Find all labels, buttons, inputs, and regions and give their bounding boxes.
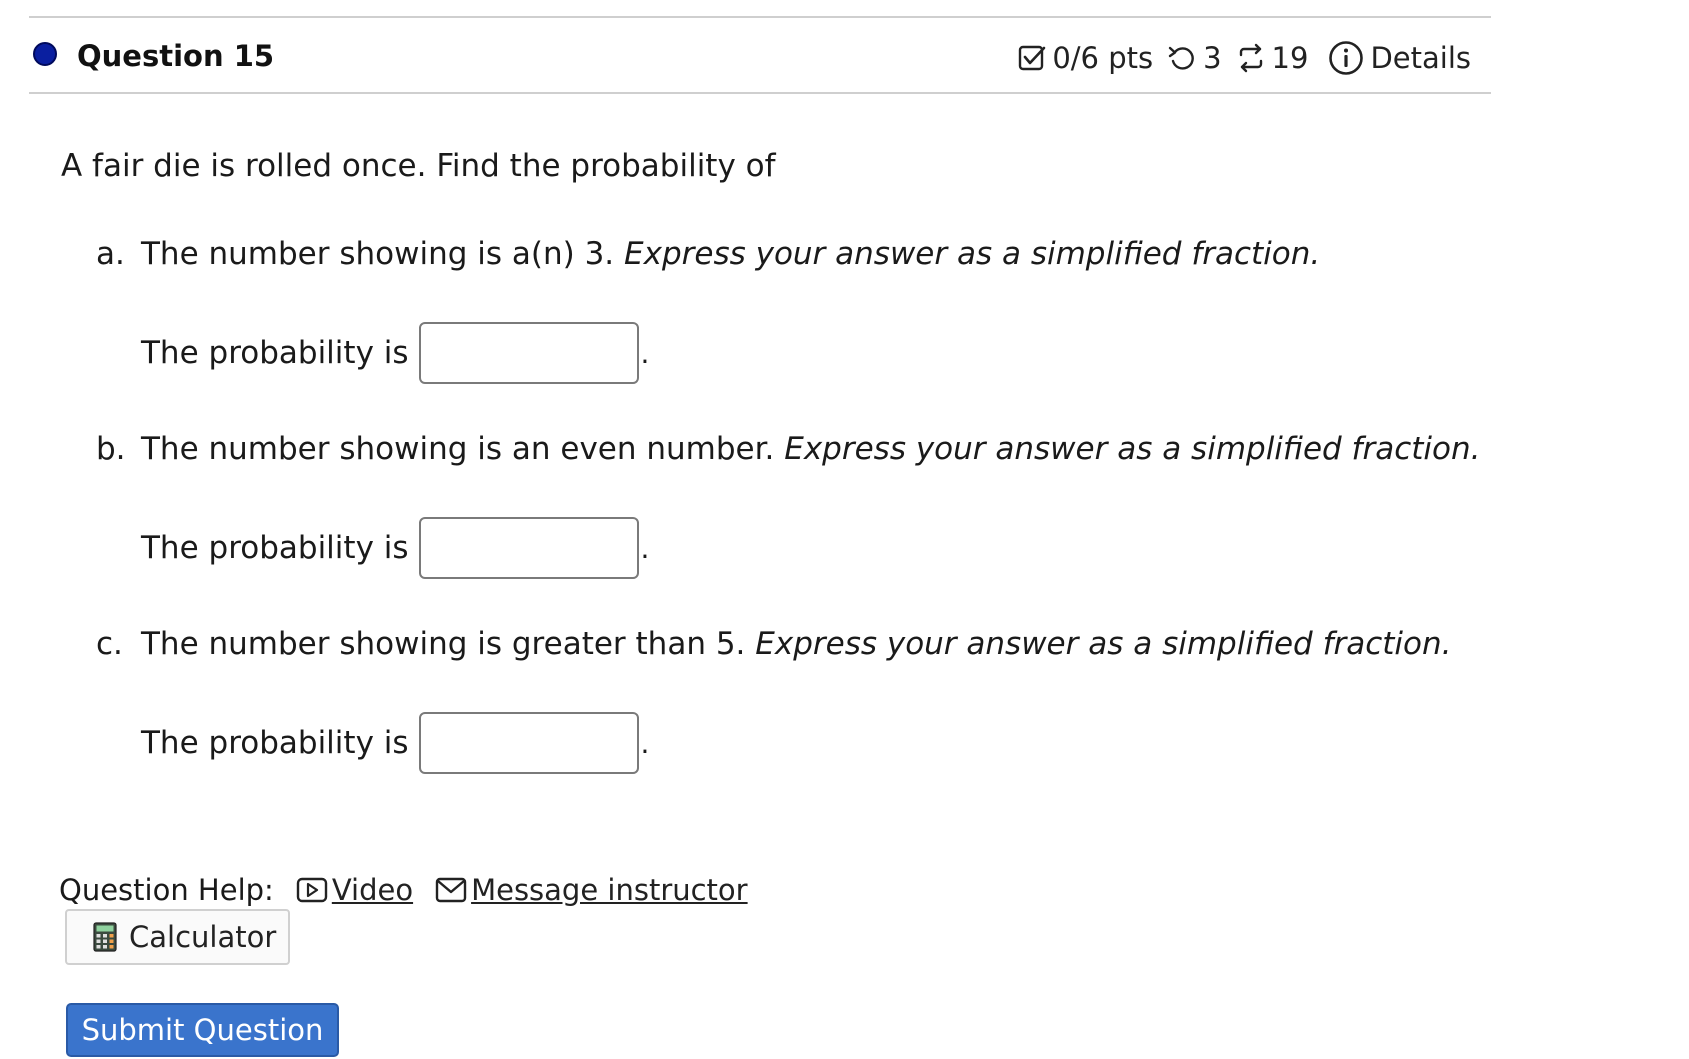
part-c-instruction: Express your answer as a simplified frac… xyxy=(755,626,1452,662)
part-b-answer-suffix: . xyxy=(640,532,650,565)
video-link[interactable]: Video xyxy=(296,870,413,910)
part-b-answer-prefix: The probability is xyxy=(141,530,409,566)
submit-question-button[interactable]: Submit Question xyxy=(66,1003,339,1057)
part-c-label: c. xyxy=(96,626,123,662)
question-header: Question 15 0/6 pts 3 19 Details xyxy=(29,16,1491,94)
versions-indicator: 19 xyxy=(1236,41,1309,75)
question-meta: 0/6 pts 3 19 Details xyxy=(1004,38,1471,78)
checkbox-icon xyxy=(1019,45,1046,71)
shuffle-icon xyxy=(1239,43,1262,73)
calculator-button[interactable]: Calculator xyxy=(65,909,290,965)
part-a-statement: The number showing is a(n) 3. xyxy=(141,236,615,272)
info-icon xyxy=(1329,41,1364,75)
part-c-answer-row: The probability is . xyxy=(141,712,649,774)
question-help-label: Question Help: xyxy=(59,873,274,907)
part-b-answer-row: The probability is . xyxy=(141,517,649,579)
part-c-text: The number showing is greater than 5. Ex… xyxy=(141,624,1452,664)
part-b-text: The number showing is an even number. Ex… xyxy=(141,429,1480,469)
video-link-label[interactable]: Video xyxy=(332,870,413,910)
question-title: Question 15 xyxy=(77,39,275,73)
attempts-count: 3 xyxy=(1203,41,1222,75)
calculator-icon xyxy=(93,922,117,952)
part-a-answer-prefix: The probability is xyxy=(141,335,409,371)
points-indicator: 0/6 pts xyxy=(1018,41,1153,75)
part-c-answer-input[interactable] xyxy=(418,712,639,774)
part-b-instruction: Express your answer as a simplified frac… xyxy=(784,431,1481,467)
part-a-label: a. xyxy=(96,236,125,272)
part-a-instruction: Express your answer as a simplified frac… xyxy=(624,236,1321,272)
retry-icon xyxy=(1168,46,1194,70)
video-play-icon xyxy=(296,877,328,903)
part-a-answer-suffix: . xyxy=(640,337,650,370)
part-b-answer-input[interactable] xyxy=(418,517,639,579)
message-instructor-label[interactable]: Message instructor xyxy=(471,870,748,910)
versions-count: 19 xyxy=(1271,41,1309,75)
question-help: Question Help: Video Message instructor xyxy=(59,870,748,910)
part-c-statement: The number showing is greater than 5. xyxy=(141,626,746,662)
envelope-icon xyxy=(435,877,467,903)
part-a-answer-row: The probability is . xyxy=(141,322,649,384)
part-a-text: The number showing is a(n) 3. Express yo… xyxy=(141,234,1320,274)
question-intro: A fair die is rolled once. Find the prob… xyxy=(61,148,776,184)
details-link[interactable]: Details xyxy=(1328,40,1471,76)
message-instructor-link[interactable]: Message instructor xyxy=(435,870,748,910)
calculator-label[interactable]: Calculator xyxy=(129,920,276,954)
details-label[interactable]: Details xyxy=(1370,41,1471,75)
part-a-answer-input[interactable] xyxy=(418,322,639,384)
part-c-answer-suffix: . xyxy=(640,727,650,760)
attempts-indicator: 3 xyxy=(1167,41,1222,75)
part-b-label: b. xyxy=(96,431,126,467)
points-text: 0/6 pts xyxy=(1052,41,1154,75)
part-b-statement: The number showing is an even number. xyxy=(141,431,775,467)
status-dot-icon xyxy=(33,42,57,66)
part-c-answer-prefix: The probability is xyxy=(141,725,409,761)
